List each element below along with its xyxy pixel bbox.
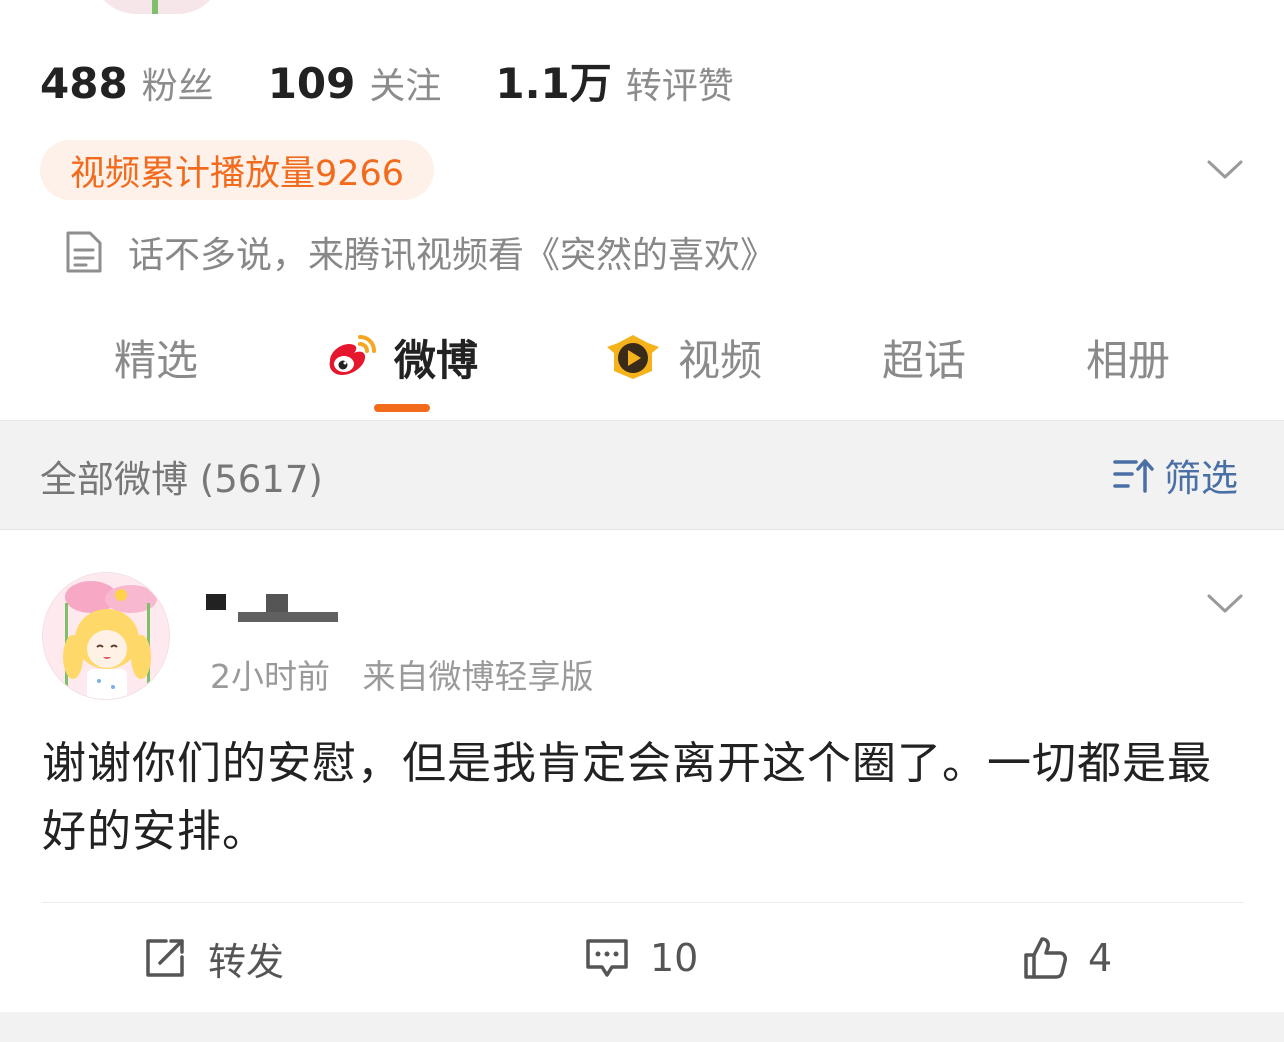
followers-count: 488 [40, 59, 128, 108]
tab-label: 视频 [678, 335, 763, 385]
thumbs-up-icon [1024, 937, 1067, 979]
tab-weibo[interactable]: 微博 [320, 320, 478, 394]
post-card: 2小时前 来自微博轻享版 谢谢你们的安慰，但是我肯定会离开这个圈了。一切都是最好… [0, 530, 1284, 1012]
filter-sort-icon [1113, 459, 1154, 493]
tab-video[interactable]: 视频 [604, 320, 762, 394]
followers-label: 粉丝 [141, 66, 214, 107]
like-count: 4 [1088, 936, 1113, 980]
comment-icon [586, 939, 628, 977]
bio-text: 话不多说，来腾讯视频看《突然的喜欢》 [128, 235, 777, 276]
filter-button[interactable]: 筛选 [1112, 449, 1238, 501]
following-label: 关注 [369, 66, 442, 107]
interactions-label: 转评赞 [625, 66, 734, 107]
post-text: 谢谢你们的安慰，但是我肯定会离开这个圈了。一切都是最好的安排。 [42, 738, 1212, 857]
tab-label: 微博 [394, 335, 479, 385]
tab-album[interactable]: 相册 [1086, 320, 1170, 394]
tab-label: 超话 [882, 335, 967, 385]
post-menu-chevron-down-icon[interactable] [1206, 586, 1244, 620]
comment-button[interactable]: 10 [584, 928, 698, 988]
feed-separator [0, 1012, 1284, 1042]
tab-label: 相册 [1086, 335, 1171, 385]
repost-label: 转发 [208, 939, 285, 984]
video-play-icon [607, 335, 659, 379]
comment-count: 10 [650, 936, 699, 980]
repost-button[interactable]: 转发 [142, 928, 284, 988]
document-icon [66, 231, 102, 273]
avatar-illustration [43, 573, 169, 699]
stat-followers[interactable]: 488 粉丝 [40, 57, 214, 109]
following-count: 109 [267, 59, 356, 108]
posts-filter-bar: 全部微博 (5617) 筛选 [0, 420, 1284, 530]
all-posts-count: 全部微博 (5617) [40, 458, 323, 501]
stat-following[interactable]: 109 关注 [268, 57, 442, 109]
like-button[interactable]: 4 [1022, 928, 1112, 988]
username-redacted[interactable] [204, 590, 354, 626]
profile-bio: 话不多说，来腾讯视频看《突然的喜欢》 [64, 224, 776, 280]
post-actions: 转发 10 4 [0, 904, 1284, 1012]
active-tab-indicator [374, 404, 430, 412]
profile-tabs: 精选 微博 视频 超话 相册 [0, 320, 1284, 420]
profile-stats: 488 粉丝 109 关注 1.1万 转评赞 [40, 50, 788, 109]
post-meta: 2小时前 来自微博轻享版 [210, 650, 594, 698]
tab-super-topic[interactable]: 超话 [882, 320, 966, 394]
stat-interactions[interactable]: 1.1万 转评赞 [495, 50, 733, 111]
video-play-count-badge[interactable]: 视频累计播放量9266 [40, 140, 435, 200]
tab-featured[interactable]: 精选 [114, 320, 198, 394]
profile-avatar-edge [92, 0, 222, 14]
filter-label: 筛选 [1164, 457, 1238, 500]
avatar[interactable] [42, 572, 170, 700]
weibo-logo-icon [329, 335, 376, 375]
chevron-down-icon[interactable] [1206, 152, 1244, 186]
interactions-count: 1.1万 [495, 59, 612, 108]
divider [42, 902, 1244, 903]
tab-label: 精选 [114, 335, 199, 385]
post-source: 来自微博轻享版 [362, 657, 594, 696]
share-edit-icon [146, 939, 184, 977]
post-time: 2小时前 [210, 657, 330, 696]
